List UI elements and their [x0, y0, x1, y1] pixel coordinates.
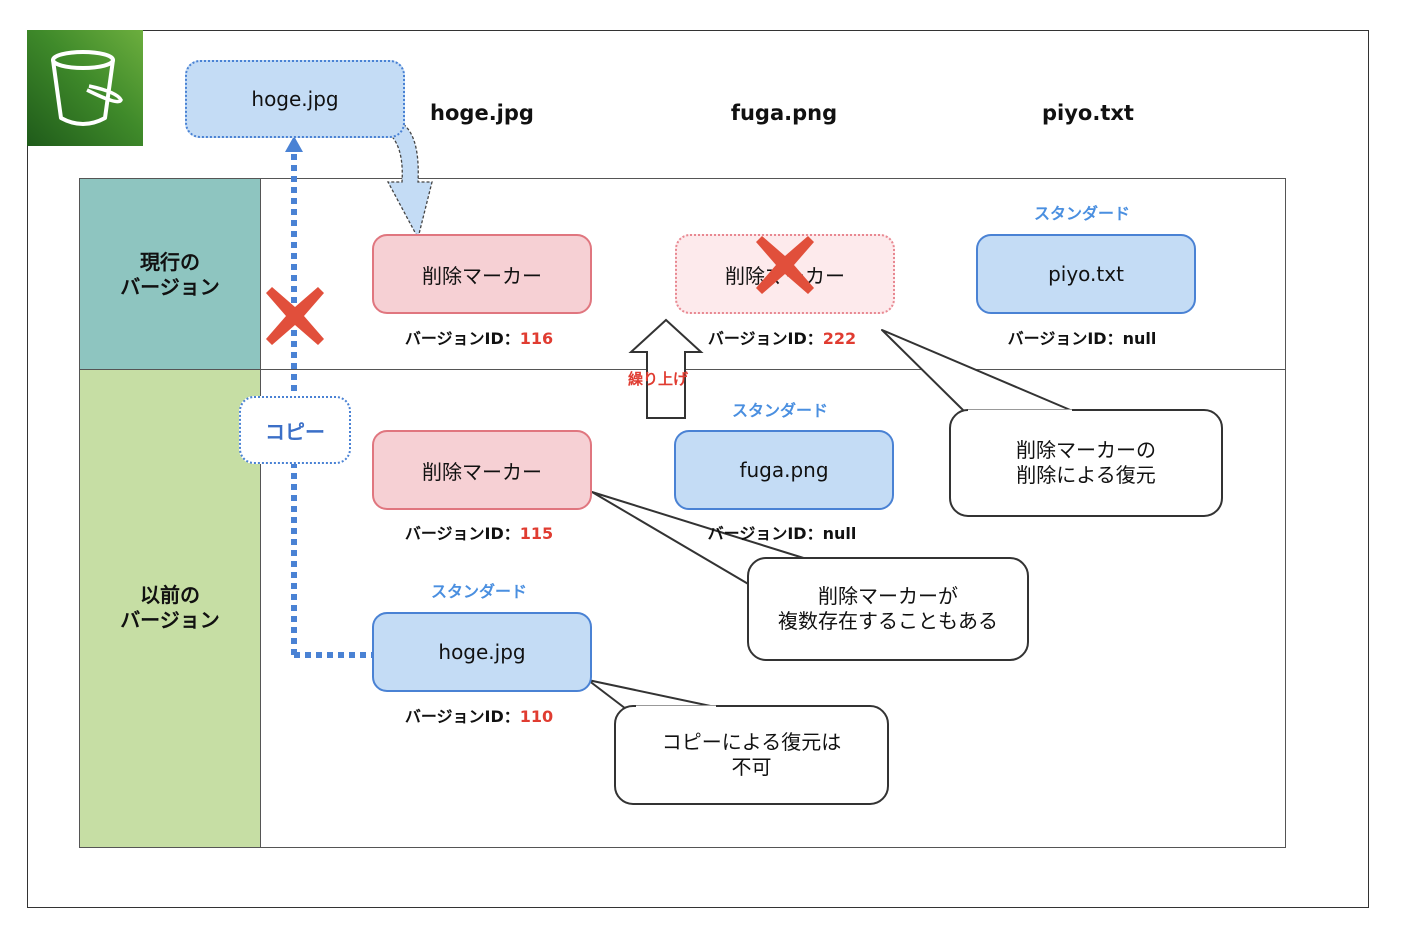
callout-multiple-markers: 削除マーカーが 複数存在することもある — [778, 584, 998, 633]
red-x-icon — [266, 287, 324, 345]
red-x-icon — [756, 236, 814, 294]
callout-marker-delete-restore: 削除マーカーの 削除による復元 — [1016, 438, 1156, 487]
callout-copy-restore: コピーによる復元は 不可 — [661, 730, 842, 779]
